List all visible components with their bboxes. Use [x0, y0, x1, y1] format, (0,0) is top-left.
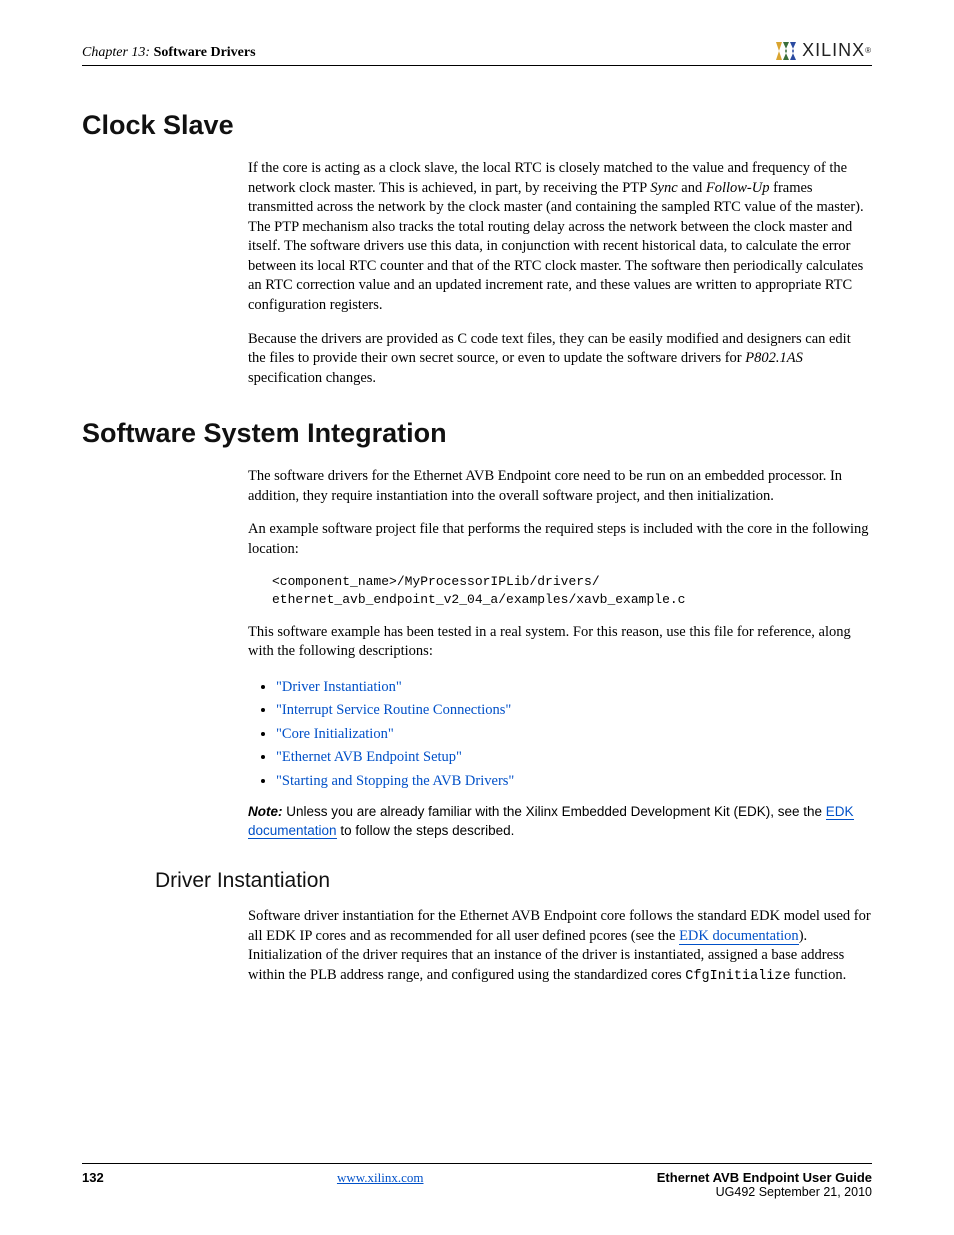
link-xilinx-site[interactable]: www.xilinx.com — [337, 1170, 424, 1185]
term-sync: Sync — [650, 180, 677, 196]
footer-right: Ethernet AVB Endpoint User Guide UG492 S… — [657, 1170, 872, 1199]
paragraph: An example software project file that pe… — [248, 520, 872, 559]
link-avb-endpoint-setup[interactable]: "Ethernet AVB Endpoint Setup" — [276, 749, 462, 765]
link-core-initialization[interactable]: "Core Initialization" — [276, 726, 394, 742]
paragraph: Software driver instantiation for the Et… — [248, 907, 872, 986]
link-isr-connections[interactable]: "Interrupt Service Routine Connections" — [276, 702, 511, 718]
logo-text: XILINX — [802, 40, 865, 61]
list-item: "Starting and Stopping the AVB Drivers" — [276, 770, 872, 794]
clock-slave-body: If the core is acting as a clock slave, … — [248, 159, 872, 388]
link-driver-instantiation[interactable]: "Driver Instantiation" — [276, 679, 402, 695]
term-spec: P802.1AS — [745, 350, 803, 366]
paragraph: Because the drivers are provided as C co… — [248, 330, 872, 389]
footer-url: www.xilinx.com — [337, 1170, 424, 1199]
ssi-body: The software drivers for the Ethernet AV… — [248, 467, 872, 841]
code-path: <component_name>/MyProcessorIPLib/driver… — [272, 573, 872, 608]
term-follow-up: Follow-Up — [706, 180, 770, 196]
list-item: "Ethernet AVB Endpoint Setup" — [276, 746, 872, 770]
xilinx-logo: XILINX® — [776, 40, 872, 61]
list-item: "Interrupt Service Routine Connections" — [276, 699, 872, 723]
page-footer: 132 www.xilinx.com Ethernet AVB Endpoint… — [82, 1163, 872, 1199]
page-number: 132 — [82, 1170, 104, 1199]
link-edk-documentation-2[interactable]: EDK documentation — [679, 928, 799, 945]
page: Chapter 13: Software Drivers XILINX® Clo… — [0, 0, 954, 1235]
running-header-text: Chapter 13: Software Drivers — [82, 45, 256, 61]
heading-software-system-integration: Software System Integration — [82, 418, 872, 449]
note-label: Note: — [248, 804, 283, 819]
reference-link-list: "Driver Instantiation" "Interrupt Servic… — [248, 676, 872, 794]
driver-instantiation-body: Software driver instantiation for the Et… — [248, 907, 872, 986]
doc-title: Ethernet AVB Endpoint User Guide — [657, 1170, 872, 1185]
page-header: Chapter 13: Software Drivers XILINX® — [82, 40, 872, 66]
paragraph: This software example has been tested in… — [248, 623, 872, 662]
list-item: "Core Initialization" — [276, 723, 872, 747]
chapter-prefix: Chapter 13: — [82, 45, 150, 60]
xilinx-logo-icon — [776, 42, 798, 60]
list-item: "Driver Instantiation" — [276, 676, 872, 700]
heading-clock-slave: Clock Slave — [82, 110, 872, 141]
paragraph: If the core is acting as a clock slave, … — [248, 159, 872, 316]
doc-subtitle: UG492 September 21, 2010 — [657, 1185, 872, 1199]
heading-driver-instantiation: Driver Instantiation — [155, 869, 872, 893]
paragraph: The software drivers for the Ethernet AV… — [248, 467, 872, 506]
note: Note: Unless you are already familiar wi… — [248, 803, 872, 841]
link-start-stop-drivers[interactable]: "Starting and Stopping the AVB Drivers" — [276, 773, 514, 789]
code-cfginitialize: CfgInitialize — [685, 969, 790, 984]
chapter-title: Software Drivers — [154, 45, 256, 60]
